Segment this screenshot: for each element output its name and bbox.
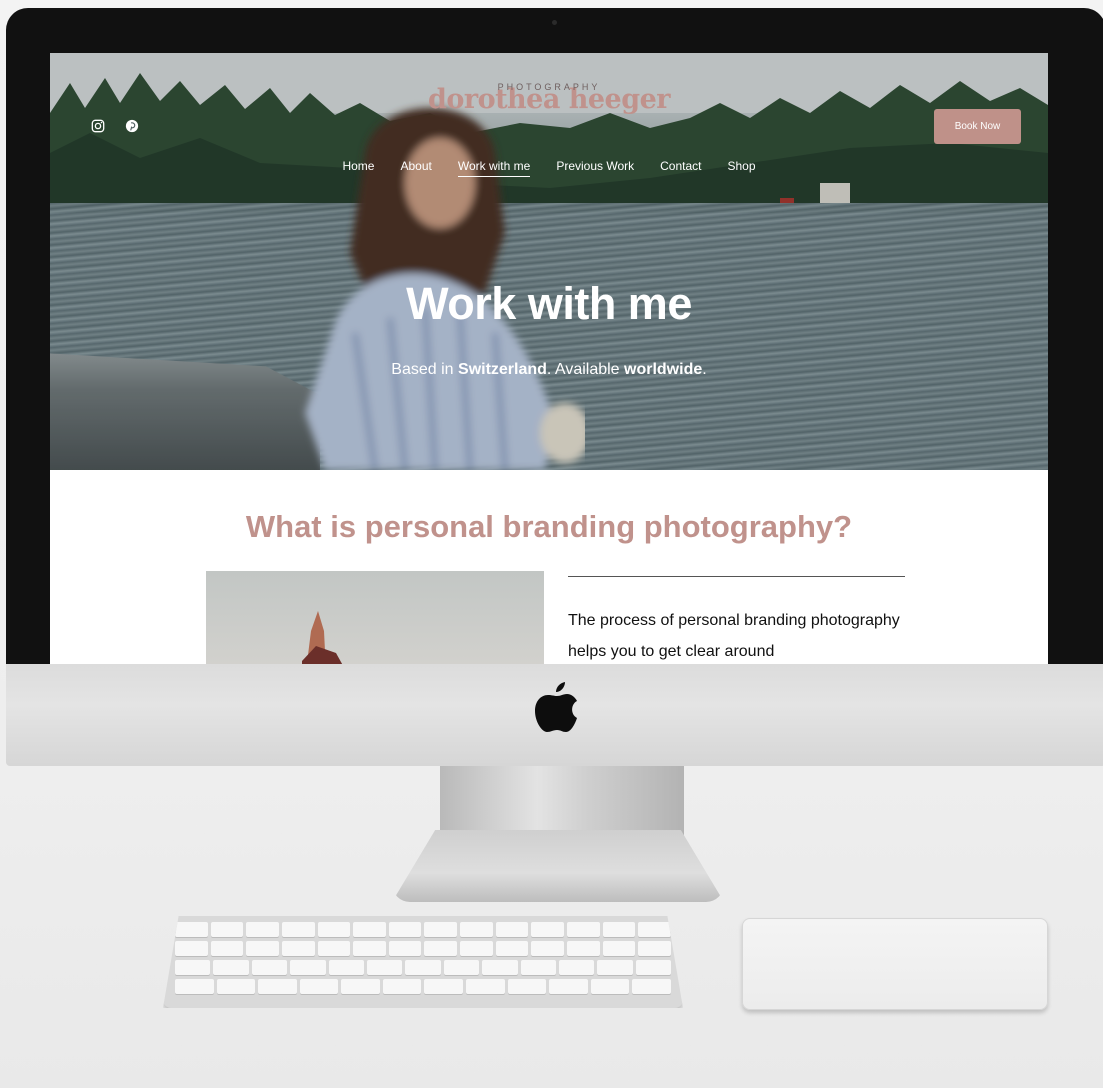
pinterest-icon[interactable] — [125, 119, 139, 133]
book-now-button[interactable]: Book Now — [934, 109, 1021, 144]
nav-contact[interactable]: Contact — [660, 159, 701, 177]
hero-sub-middle: . Available — [546, 361, 625, 378]
hero-overlay — [50, 53, 1048, 470]
instagram-icon[interactable] — [91, 119, 105, 133]
apple-logo-icon — [535, 682, 577, 732]
camera-dot — [552, 20, 557, 25]
browser-screen: dorothea heeger PHOTOGRAPHY Home About W… — [50, 53, 1048, 665]
keyboard — [163, 916, 683, 1008]
hero-sub-country: Switzerland — [458, 361, 547, 378]
branding-photo-figure — [302, 611, 343, 665]
hero-sub-worldwide: worldwide — [624, 361, 703, 378]
nav-previous-work[interactable]: Previous Work — [556, 159, 634, 177]
section-title: What is personal branding photography? — [245, 509, 853, 544]
hero-section: dorothea heeger PHOTOGRAPHY Home About W… — [50, 53, 1048, 470]
nav-work-with-me[interactable]: Work with me — [457, 159, 531, 177]
hero-title: Work with me — [406, 278, 692, 329]
hero-sub-prefix: Based in — [391, 361, 459, 378]
keyboard-row — [175, 979, 671, 994]
section-body-text: The process of personal branding photogr… — [568, 612, 900, 660]
keyboard-row — [175, 941, 671, 956]
social-links — [91, 119, 139, 133]
nav-shop[interactable]: Shop — [727, 159, 755, 177]
keyboard-row — [175, 922, 671, 937]
hero-subtitle: Based in Switzerland. Available worldwid… — [50, 361, 1048, 379]
trackpad — [742, 918, 1048, 1010]
imac-stand-foot — [392, 830, 724, 902]
hero-sub-suffix: . — [702, 361, 707, 378]
section-divider — [568, 576, 905, 577]
nav-about[interactable]: About — [400, 159, 431, 177]
logo-subtitle: PHOTOGRAPHY — [497, 82, 601, 92]
keyboard-row — [175, 960, 672, 975]
branding-photo — [206, 571, 544, 665]
main-nav: Home About Work with me Previous Work Co… — [50, 159, 1048, 177]
nav-home[interactable]: Home — [342, 159, 374, 177]
